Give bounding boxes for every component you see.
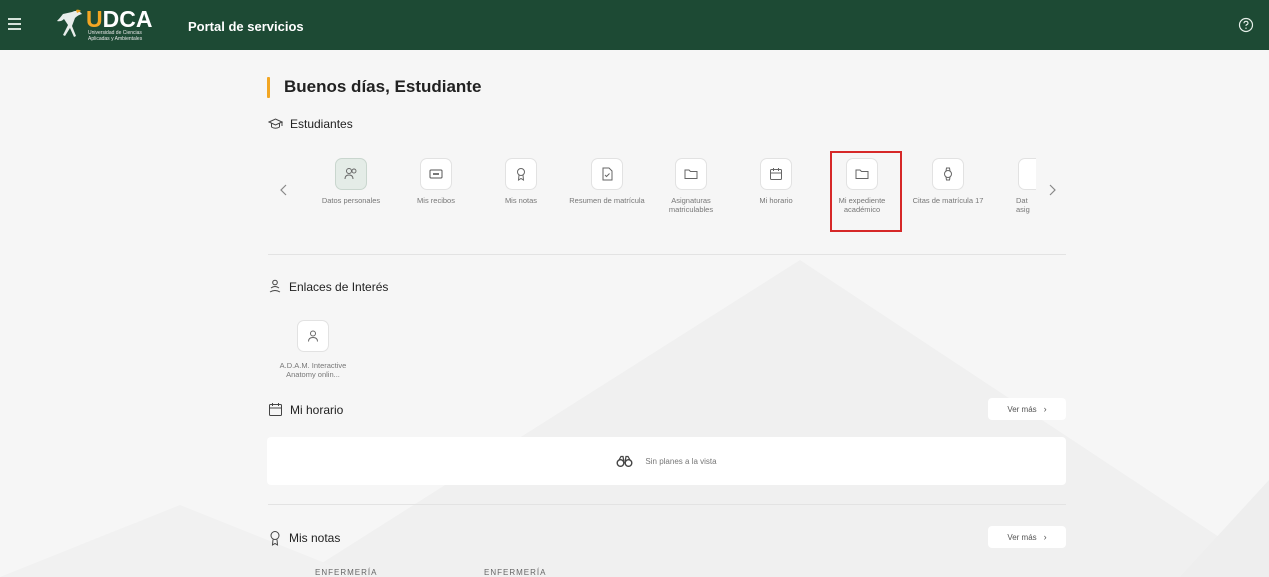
tile-label: Mis recibos xyxy=(417,196,455,205)
ver-mas-label: Ver más xyxy=(1007,404,1037,414)
tile-mis-notas[interactable]: Mis notas xyxy=(482,158,560,205)
schedule-section-header: Mi horario xyxy=(268,402,343,417)
user-group-icon xyxy=(335,158,367,190)
user-icon xyxy=(297,320,329,352)
tile-resumen-matricula[interactable]: Resumen de matrícula xyxy=(568,158,646,205)
tile-label: Dat asig xyxy=(1016,196,1030,214)
highlight-box xyxy=(830,151,902,232)
tile-label: Citas de matrícula 17 xyxy=(912,196,984,205)
logo-subtitle: Universidad de Ciencias Aplicadas y Ambi… xyxy=(88,30,143,42)
schedule-section-title: Mi horario xyxy=(290,402,344,417)
greeting-title: Buenos días, Estudiante xyxy=(284,77,482,96)
logo-wordmark: UDCA xyxy=(86,6,153,32)
top-bar: UDCA Universidad de Ciencias Aplicadas y… xyxy=(0,0,1269,50)
chevron-right-icon: › xyxy=(1043,404,1047,414)
section-divider xyxy=(268,504,1066,505)
schedule-ver-mas-button[interactable]: Ver más › xyxy=(988,398,1066,420)
award-icon xyxy=(270,531,280,546)
link-label: A.D.A.M. Interactive Anatomy onlin... xyxy=(279,361,347,379)
tile-label: Resumen de matrícula xyxy=(569,196,645,205)
receipt-icon xyxy=(420,158,452,190)
tile-datos-asignaturas-partial[interactable]: Dat asig xyxy=(992,158,1036,214)
background-decoration xyxy=(0,260,1269,577)
tile-label: Asignaturas matriculables xyxy=(668,196,714,214)
greeting-header: Buenos días, Estudiante xyxy=(267,76,481,98)
ver-mas-label: Ver más xyxy=(1007,532,1037,542)
grades-section-header: Mis notas xyxy=(268,530,340,546)
grades-section-title: Mis notas xyxy=(289,531,341,545)
help-circle-icon[interactable] xyxy=(1238,17,1254,33)
document-check-icon xyxy=(591,158,623,190)
tile-citas-matricula[interactable]: Citas de matrícula 17 xyxy=(909,158,987,205)
watch-icon xyxy=(932,158,964,190)
tile-label: Datos personales xyxy=(321,196,381,205)
graduation-cap-icon xyxy=(268,117,283,129)
folder-icon xyxy=(675,158,707,190)
course-tab[interactable]: ENFERMERÍA xyxy=(315,568,377,577)
binoculars-icon xyxy=(616,455,633,467)
links-section-title: Enlaces de Interés xyxy=(289,279,389,294)
award-icon xyxy=(505,158,537,190)
calendar-icon xyxy=(760,158,792,190)
tile-label: Mi horario xyxy=(759,196,793,205)
chevron-left-icon[interactable] xyxy=(276,182,292,198)
empty-state-text: Sin planes a la vista xyxy=(645,456,717,466)
students-section-header: Estudiantes xyxy=(268,117,353,131)
students-section-title: Estudiantes xyxy=(290,117,353,131)
links-section-header: Enlaces de Interés xyxy=(268,279,388,294)
schedule-empty-panel: Sin planes a la vista xyxy=(267,437,1066,485)
calendar-icon xyxy=(269,403,282,416)
students-carousel: Datos personales Mis recibos Mis notas R… xyxy=(268,150,1068,240)
chevron-right-icon[interactable] xyxy=(1044,182,1060,198)
people-icon xyxy=(269,279,281,293)
grades-ver-mas-button[interactable]: Ver más › xyxy=(988,526,1066,548)
tile-mis-recibos[interactable]: Mis recibos xyxy=(397,158,475,205)
udca-logo[interactable]: UDCA Universidad de Ciencias Aplicadas y… xyxy=(56,6,171,44)
link-adam-anatomy[interactable]: A.D.A.M. Interactive Anatomy onlin... xyxy=(278,320,348,379)
course-tab[interactable]: ENFERMERÍA xyxy=(484,568,546,577)
chevron-right-icon: › xyxy=(1043,532,1047,542)
portal-title: Portal de servicios xyxy=(188,19,304,34)
tile-label: Mis notas xyxy=(504,196,538,205)
section-divider xyxy=(268,254,1066,255)
greeting-accent-bar xyxy=(267,76,270,98)
tile-asignaturas-matriculables[interactable]: Asignaturas matriculables xyxy=(652,158,730,214)
hamburger-icon[interactable] xyxy=(8,18,21,30)
partial-icon xyxy=(1018,158,1036,190)
tile-datos-personales[interactable]: Datos personales xyxy=(312,158,390,205)
tile-mi-horario[interactable]: Mi horario xyxy=(737,158,815,205)
logo-figure-icon xyxy=(57,9,82,37)
